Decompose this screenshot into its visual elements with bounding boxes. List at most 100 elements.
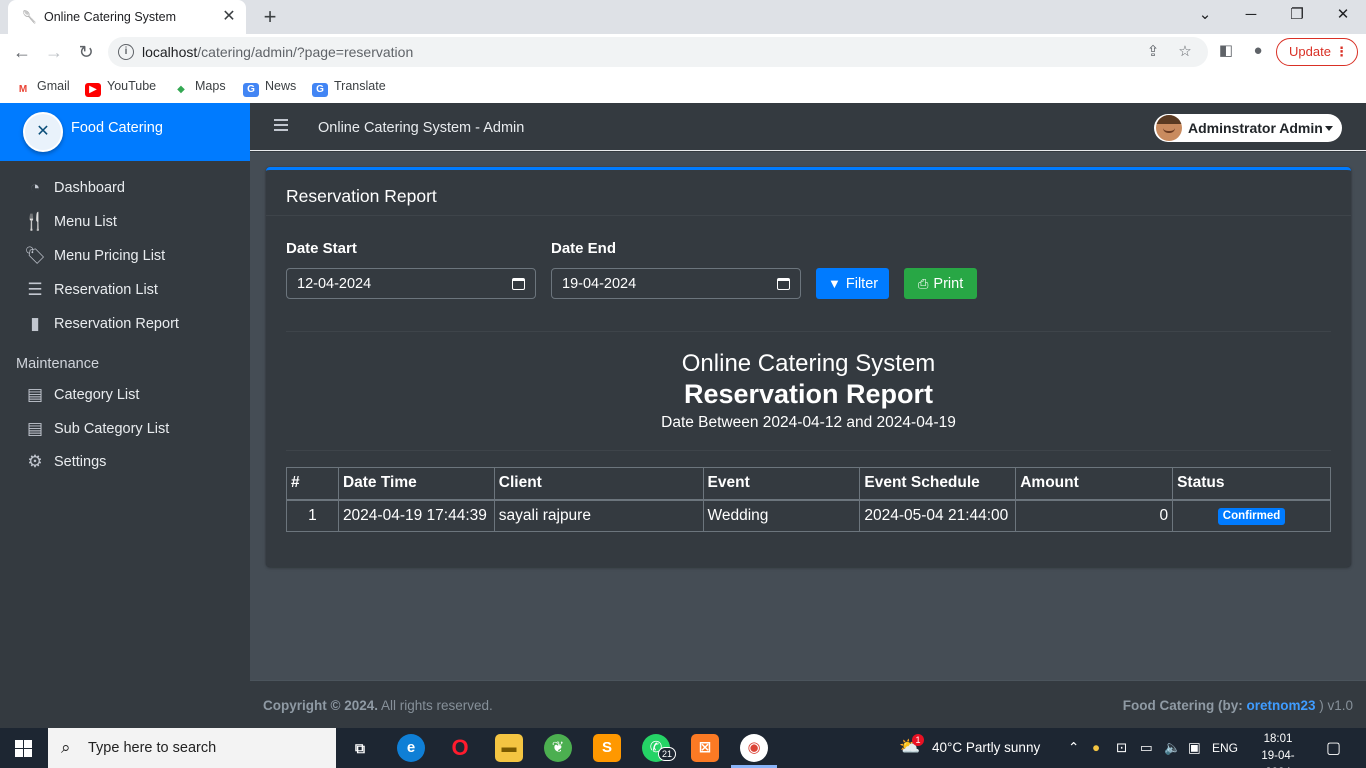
sidebar-item-category-list[interactable]: ▤ Category List xyxy=(0,379,250,411)
cell-datetime: 2024-04-19 17:44:39 xyxy=(337,499,495,532)
sublime-text-icon[interactable]: S xyxy=(593,734,621,762)
chrome-icon[interactable]: ◉ xyxy=(740,734,768,762)
author-link[interactable]: oretnom23 xyxy=(1246,698,1315,713)
battery-icon[interactable]: ▭ xyxy=(1140,740,1153,756)
tray-app-icon[interactable]: ● xyxy=(1092,740,1100,755)
hamburger-menu-icon[interactable] xyxy=(274,119,288,131)
brand-link[interactable]: ✕ Food Catering xyxy=(0,103,250,161)
browser-tab[interactable]: 🥄 Online Catering System ✕ xyxy=(8,0,246,34)
sidebar-item-settings[interactable]: ⚙ Settings xyxy=(0,446,250,478)
printer-icon: ⎙ xyxy=(918,276,929,291)
filter-button[interactable]: ▼ Filter xyxy=(816,268,889,299)
col-header: Date Time xyxy=(337,467,495,501)
spring-tool-icon[interactable]: ❦ xyxy=(544,734,572,762)
table-row: 1 2024-04-19 17:44:39 sayali rajpure Wed… xyxy=(286,499,1331,532)
task-view-icon[interactable]: ⧉ xyxy=(346,734,374,762)
cell-amount: 0 xyxy=(1015,499,1174,532)
bookmark-star-icon[interactable]: ☆ xyxy=(1174,41,1196,63)
sidebar-item-menu-pricing-list[interactable]: 🏷 Menu Pricing List xyxy=(0,240,250,272)
bookmark-maps[interactable]: ◆ Maps xyxy=(173,77,225,95)
utensils-icon: 🍴 xyxy=(24,212,46,231)
site-info-icon[interactable]: i xyxy=(118,44,134,60)
calendar-icon[interactable] xyxy=(777,278,790,290)
filter-icon: ▼ xyxy=(828,276,841,291)
report-date-range: Date Between 2024-04-12 and 2024-04-19 xyxy=(661,414,956,431)
side-panel-icon[interactable]: ◧ xyxy=(1214,39,1238,63)
reload-button[interactable]: ↻ xyxy=(73,39,99,65)
weather-text[interactable]: 40°C Partly sunny xyxy=(932,740,1040,755)
cell-event: Wedding xyxy=(702,499,861,532)
bookmark-gmail[interactable]: M Gmail xyxy=(15,77,70,95)
share-icon[interactable]: ⇪ xyxy=(1142,41,1164,63)
file-explorer-icon[interactable]: ▬ xyxy=(495,734,523,762)
edge-icon[interactable]: e xyxy=(397,734,425,762)
bookmark-news[interactable]: G News xyxy=(243,77,296,97)
calendar-icon[interactable] xyxy=(512,278,525,290)
sidebar-item-reservation-report[interactable]: ▮ Reservation Report xyxy=(0,308,250,340)
opera-icon[interactable]: O xyxy=(446,734,474,762)
cell-client: sayali rajpure xyxy=(493,499,704,532)
notifications-icon[interactable]: ▢ xyxy=(1326,738,1341,758)
chevron-up-icon[interactable]: ⌃ xyxy=(1068,740,1079,756)
file-icon: ▮ xyxy=(30,314,40,333)
meet-now-icon[interactable]: ⊡ xyxy=(1116,740,1127,756)
cell-status: Confirmed xyxy=(1172,499,1331,532)
search-icon: ⌕ xyxy=(61,738,71,757)
sidebar: ✕ Food Catering ◔ Dashboard 🍴 Menu List … xyxy=(0,103,250,728)
tags-icon: 🏷 xyxy=(24,246,46,265)
browser-toolbar: ← → ↻ i localhost/catering/admin/?page=r… xyxy=(0,34,1366,70)
footer: Copyright © 2024. All rights reserved. F… xyxy=(250,680,1366,728)
user-name: Adminstrator Admin xyxy=(1188,120,1323,136)
sidebar-item-sub-category-list[interactable]: ▤ Sub Category List xyxy=(0,413,250,445)
table-header-row: # Date Time Client Event Event Schedule … xyxy=(286,467,1331,501)
menu-dots-icon[interactable]: ⋮ xyxy=(1335,39,1348,65)
language-indicator[interactable]: ENG xyxy=(1212,741,1238,755)
url-text[interactable]: localhost/catering/admin/?page=reservati… xyxy=(142,44,413,60)
tab-search-chevron-icon[interactable]: ⌄ xyxy=(1182,0,1228,30)
tachometer-icon: ◔ xyxy=(29,178,41,197)
divider xyxy=(286,331,1331,332)
report-system-heading: Online Catering System xyxy=(681,350,936,377)
date-start-input[interactable]: 12-04-2024 xyxy=(286,268,536,299)
volume-icon[interactable]: 🔈 xyxy=(1164,740,1181,756)
report-card: Reservation Report Date Start 12-04-2024… xyxy=(266,167,1351,567)
print-button[interactable]: ⎙ Print xyxy=(904,268,977,299)
sidebar-item-dashboard[interactable]: ◔ Dashboard xyxy=(0,172,250,204)
bookmark-youtube[interactable]: ▶ YouTube xyxy=(85,77,156,97)
restore-button[interactable]: ❐ xyxy=(1274,0,1320,30)
maintenance-header: Maintenance xyxy=(16,356,100,372)
app-title: Online Catering System - Admin xyxy=(318,120,525,136)
browser-tab-strip: 🥄 Online Catering System ✕ + ⌄ ─ ❐ ✕ xyxy=(0,0,1366,34)
network-icon[interactable]: ▣ xyxy=(1188,740,1201,756)
bookmark-translate[interactable]: G Translate xyxy=(312,77,386,97)
sidebar-item-menu-list[interactable]: 🍴 Menu List xyxy=(0,206,250,238)
new-tab-button[interactable]: + xyxy=(256,3,284,31)
forward-button[interactable]: → xyxy=(41,39,67,65)
sidebar-item-reservation-list[interactable]: ☰ Reservation List xyxy=(0,274,250,306)
notification-badge: 21 xyxy=(658,747,677,761)
bookmarks-bar: M Gmail ▶ YouTube ◆ Maps G News G Translate xyxy=(0,70,1366,103)
divider xyxy=(286,450,1331,451)
site-favicon-icon: 🥄 xyxy=(22,10,37,24)
user-menu-button[interactable]: Adminstrator Admin xyxy=(1154,114,1342,142)
col-header: Status xyxy=(1172,467,1331,501)
translate-icon: G xyxy=(312,83,328,97)
cell-schedule: 2024-05-04 21:44:00 xyxy=(859,499,1017,532)
col-header: Amount xyxy=(1015,467,1174,501)
clock[interactable]: 18:01 19-04-2024 xyxy=(1250,731,1306,768)
status-badge: Confirmed xyxy=(1217,508,1286,526)
profile-icon[interactable]: ● xyxy=(1246,39,1270,63)
list-icon: ☰ xyxy=(27,280,43,299)
update-button[interactable]: Update ⋮ xyxy=(1276,38,1358,66)
minimize-button[interactable]: ─ xyxy=(1228,0,1274,30)
windows-start-icon[interactable] xyxy=(15,740,32,757)
address-bar[interactable]: i localhost/catering/admin/?page=reserva… xyxy=(108,37,1208,67)
xampp-icon[interactable]: ⊠ xyxy=(691,734,719,762)
card-title: Reservation Report xyxy=(286,186,437,206)
taskbar-search-box[interactable]: ⌕ Type here to search xyxy=(48,728,336,768)
tab-close-icon[interactable]: ✕ xyxy=(220,7,238,27)
back-button[interactable]: ← xyxy=(9,39,35,65)
brand-name: Food Catering xyxy=(71,120,163,136)
window-close-button[interactable]: ✕ xyxy=(1320,0,1366,30)
date-end-input[interactable]: 19-04-2024 xyxy=(551,268,801,299)
